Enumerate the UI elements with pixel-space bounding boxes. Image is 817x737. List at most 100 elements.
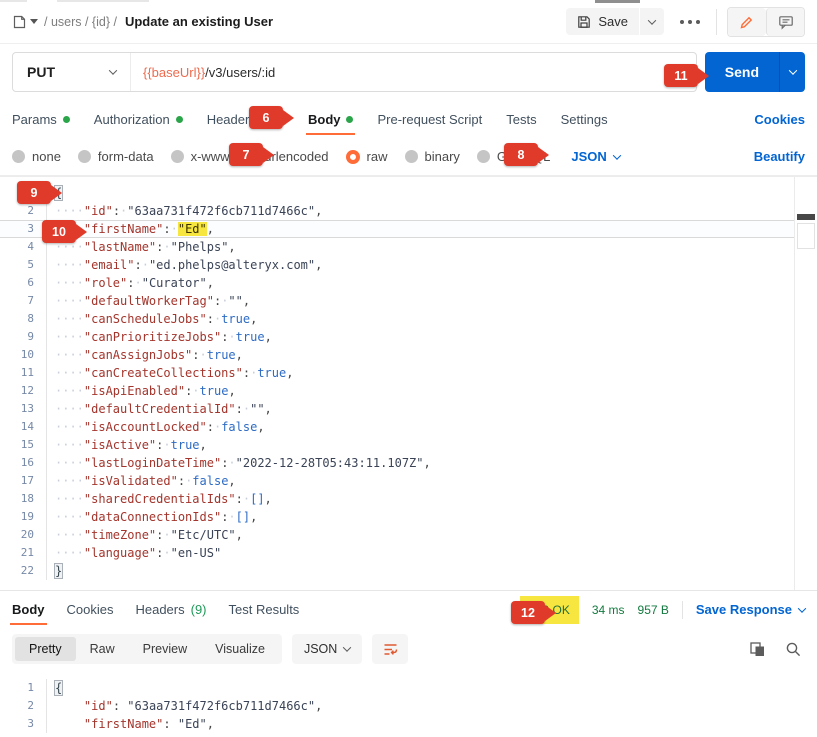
line-number: 7 (0, 292, 46, 310)
annotation-badge-7: 7 (229, 143, 263, 166)
pencil-icon (739, 14, 755, 30)
request-file-icon[interactable] (12, 14, 38, 29)
wrap-lines-button[interactable] (372, 634, 408, 664)
radio-none[interactable]: none (12, 149, 61, 164)
code-line[interactable]: 16····"lastLoginDateTime":·"2022-12-28T0… (0, 454, 817, 472)
green-dot-icon (63, 116, 70, 123)
code-line[interactable]: 19····"dataConnectionIds":·[], (0, 508, 817, 526)
line-number: 1 (0, 679, 46, 697)
comments-button[interactable] (766, 8, 804, 36)
code-line[interactable]: 13····"defaultCredentialId":·"", (0, 400, 817, 418)
url-input[interactable]: {{baseUrl}}/v3/users/:id (131, 53, 696, 91)
code-line[interactable]: 3 "firstName": "Ed", (0, 715, 817, 733)
code-line[interactable]: 12····"isApiEnabled":·true, (0, 382, 817, 400)
annotation-badge-11: 11 (664, 64, 698, 87)
response-tab-body[interactable]: Body (12, 591, 45, 628)
save-button-group: Save (566, 8, 664, 35)
line-number: 2 (0, 697, 46, 715)
response-time: 34 ms (592, 603, 625, 617)
response-toolbar: Pretty Raw Preview Visualize JSON (0, 628, 817, 670)
green-dot-icon (176, 116, 183, 123)
copy-icon (749, 641, 766, 658)
more-options-button[interactable] (674, 12, 706, 32)
line-number: 3 (0, 220, 46, 238)
body-type-bar: none form-data x-www-form-urlencoded raw… (0, 138, 817, 176)
breadcrumb: / users / {id} / Update an existing User (12, 14, 273, 29)
line-number: 3 (0, 715, 46, 733)
code-line[interactable]: 2····"id":·"63aa731f472f6cb711d7466c", (0, 202, 817, 220)
request-title: Update an existing User (125, 14, 273, 29)
save-button[interactable]: Save (566, 8, 639, 35)
url-path: /v3/users/:id (205, 65, 275, 80)
line-number: 14 (0, 418, 46, 436)
code-line[interactable]: 3····"firstName":·"Ed", (0, 220, 817, 238)
tab-settings[interactable]: Settings (561, 100, 608, 138)
line-number: 16 (0, 454, 46, 472)
save-response-button[interactable]: Save Response (696, 602, 805, 617)
line-number: 9 (0, 328, 46, 346)
response-view-switch: Pretty Raw Preview Visualize (12, 634, 282, 664)
code-line[interactable]: 9····"canPrioritizeJobs":·true, (0, 328, 817, 346)
raw-format-select[interactable]: JSON (571, 149, 619, 164)
code-line[interactable]: 10····"canAssignJobs":·true, (0, 346, 817, 364)
code-line[interactable]: 2 "id": "63aa731f472f6cb711d7466c", (0, 697, 817, 715)
method-select[interactable]: PUT (13, 53, 131, 91)
tab-tests[interactable]: Tests (506, 100, 536, 138)
code-line[interactable]: 22} (0, 562, 817, 580)
view-raw[interactable]: Raw (76, 637, 129, 661)
search-icon (785, 641, 802, 658)
view-pretty[interactable]: Pretty (15, 637, 76, 661)
code-line[interactable]: 5····"email":·"ed.phelps@alteryx.com", (0, 256, 817, 274)
wrap-lines-icon (382, 641, 399, 658)
radio-raw[interactable]: raw (346, 149, 388, 164)
code-line[interactable]: 17····"isValidated":·false, (0, 472, 817, 490)
tab-prerequest-script[interactable]: Pre-request Script (377, 100, 482, 138)
radio-form-data[interactable]: form-data (78, 149, 154, 164)
breadcrumb-path[interactable]: / users / {id} / (44, 15, 117, 29)
response-body-viewer[interactable]: 1{2 "id": "63aa731f472f6cb711d7466c",3 "… (0, 670, 817, 733)
tab-authorization[interactable]: Authorization (94, 100, 183, 138)
chevron-down-icon (798, 604, 806, 612)
response-tab-cookies[interactable]: Cookies (67, 591, 114, 628)
chevron-down-icon (30, 19, 38, 24)
code-line[interactable]: 1{ (0, 184, 817, 202)
response-actions (745, 637, 805, 661)
cookies-link[interactable]: Cookies (754, 112, 805, 127)
annotation-badge-10: 10 (42, 220, 76, 243)
code-line[interactable]: 15····"isActive":·true, (0, 436, 817, 454)
response-tab-test-results[interactable]: Test Results (229, 591, 300, 628)
response-headers-count: (9) (191, 602, 207, 617)
send-options-button[interactable] (779, 52, 805, 92)
code-line[interactable]: 18····"sharedCredentialIds":·[], (0, 490, 817, 508)
view-preview[interactable]: Preview (129, 637, 201, 661)
line-number: 5 (0, 256, 46, 274)
view-visualize[interactable]: Visualize (201, 637, 279, 661)
send-button[interactable]: Send (705, 52, 779, 92)
tab-body[interactable]: Body (308, 100, 354, 138)
tab-params[interactable]: Params (12, 100, 70, 138)
copy-button[interactable] (745, 637, 769, 661)
editor-scrollbar[interactable] (794, 177, 817, 590)
code-line[interactable]: 4····"lastName":·"Phelps", (0, 238, 817, 256)
code-line[interactable]: 20····"timeZone":·"Etc/UTC", (0, 526, 817, 544)
code-line[interactable]: 21····"language":·"en-US" (0, 544, 817, 562)
response-tab-headers[interactable]: Headers (9) (135, 591, 206, 628)
code-line[interactable]: 8····"canScheduleJobs":·true, (0, 310, 817, 328)
code-line[interactable]: 14····"isAccountLocked":·false, (0, 418, 817, 436)
code-line[interactable]: 6····"role":·"Curator", (0, 274, 817, 292)
save-options-button[interactable] (640, 8, 664, 35)
search-button[interactable] (781, 637, 805, 661)
annotation-badge-6: 6 (249, 106, 283, 129)
scrollbar-mark (797, 214, 815, 220)
request-body-editor[interactable]: 1{2····"id":·"63aa731f472f6cb711d7466c",… (0, 176, 817, 590)
edit-documentation-button[interactable] (728, 8, 766, 36)
code-line[interactable]: 1{ (0, 679, 817, 697)
response-format-select[interactable]: JSON (292, 634, 362, 664)
annotation-badge-8: 8 (504, 143, 538, 166)
radio-binary[interactable]: binary (405, 149, 460, 164)
code-line[interactable]: 11····"canCreateCollections":·true, (0, 364, 817, 382)
divider (716, 9, 717, 35)
code-line[interactable]: 7····"defaultWorkerTag":·"", (0, 292, 817, 310)
radio-icon (405, 150, 418, 163)
beautify-link[interactable]: Beautify (754, 149, 805, 164)
